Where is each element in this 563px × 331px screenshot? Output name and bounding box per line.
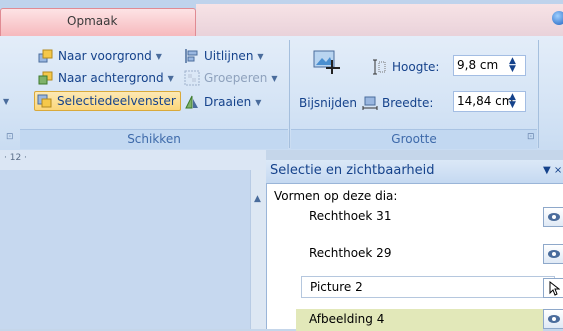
list-item-selected[interactable]: Afbeelding 4 [296, 309, 543, 331]
horizontal-ruler: · 12 · [0, 150, 266, 170]
shape-name: Rechthoek 31 [309, 209, 392, 223]
scroll-up-icon[interactable]: ▲ [254, 194, 261, 204]
visibility-toggle-icon[interactable] [543, 278, 563, 298]
bring-forward-icon [38, 48, 54, 64]
selection-pane-button[interactable]: Selectiedeelvenster [34, 91, 181, 111]
width-icon [362, 95, 378, 111]
group-separator [289, 40, 290, 148]
list-item[interactable]: Rechthoek 31 [301, 206, 557, 228]
align-icon [184, 48, 200, 64]
height-label: Hoogte: [392, 60, 440, 74]
chevron-down-icon: ▼ [255, 97, 262, 107]
chevron-down-icon: ▼ [271, 73, 278, 83]
group-icon [184, 70, 200, 86]
eye-icon[interactable] [543, 309, 563, 329]
dialog-launcher-icon[interactable]: ⊡ [6, 132, 14, 142]
pane-menu-icon[interactable]: ▼ × [543, 165, 562, 176]
selection-pane-label: Selectiedeelvenster [57, 94, 176, 108]
width-spinner[interactable]: ▲ ▼ [509, 93, 516, 110]
height-field-group: Hoogte: [372, 57, 439, 77]
rotate-label: Draaien [204, 95, 252, 109]
crop-label: Bijsnijden [299, 96, 358, 110]
group-separator [538, 40, 539, 148]
group-label: Groeperen [204, 71, 268, 85]
bring-forward-button[interactable]: Naar voorgrond ▼ [38, 46, 162, 66]
contextual-tab-area [196, 4, 563, 36]
slide-canvas[interactable] [0, 170, 266, 329]
shape-name: Picture 2 [310, 280, 363, 294]
width-field-group: Breedte: [362, 93, 433, 113]
dialog-launcher-icon[interactable]: ⊡ [527, 132, 535, 142]
height-spinner[interactable]: ▲ ▼ [509, 57, 516, 74]
width-label: Breedte: [382, 96, 434, 110]
chevron-down-icon: ▼ [155, 51, 162, 61]
bring-forward-label: Naar voorgrond [58, 49, 152, 63]
list-item-editing[interactable]: Picture 2 [301, 276, 555, 298]
send-backward-label: Naar achtergrond [58, 71, 164, 85]
group-button[interactable]: Groeperen ▼ [184, 68, 278, 88]
align-button[interactable]: Uitlijnen ▼ [184, 46, 264, 66]
send-backward-icon [38, 70, 54, 86]
shapes-on-slide-label: Vormen op deze dia: [274, 189, 398, 203]
chevron-down-icon: ▼ [257, 51, 264, 61]
list-item[interactable]: Rechthoek 29 [301, 243, 557, 265]
chevron-down-icon: ▼ [167, 73, 174, 83]
shape-name: Rechthoek 29 [309, 246, 392, 260]
ruler-mark: · 12 · [4, 153, 27, 163]
rotate-button[interactable]: Draaien ▼ [184, 92, 261, 112]
tab-opmaak-label: Opmaak [67, 14, 118, 28]
selection-pane-title: Selectie en zichtbaarheid [270, 163, 435, 178]
help-icon[interactable] [552, 11, 563, 25]
selection-pane-header: Selectie en zichtbaarheid ▼ × [266, 160, 563, 184]
rotate-icon [184, 94, 200, 110]
eye-icon[interactable] [543, 207, 563, 227]
crop-button[interactable]: Bijsnijden [299, 93, 357, 113]
tab-opmaak[interactable]: Opmaak [0, 8, 196, 36]
height-icon [372, 59, 388, 75]
shape-name: Afbeelding 4 [309, 312, 385, 326]
eye-icon[interactable] [543, 244, 563, 264]
size-group-label: Grootte [291, 129, 537, 149]
send-backward-button[interactable]: Naar achtergrond ▼ [38, 68, 174, 88]
vertical-scrollbar[interactable]: ▲ [250, 170, 266, 329]
crop-icon [312, 48, 344, 78]
align-label: Uitlijnen [204, 49, 254, 63]
chevron-down-icon[interactable]: ▼ [3, 97, 9, 106]
selection-pane-icon [37, 93, 53, 109]
arrange-group-label: Schikken [20, 129, 288, 149]
